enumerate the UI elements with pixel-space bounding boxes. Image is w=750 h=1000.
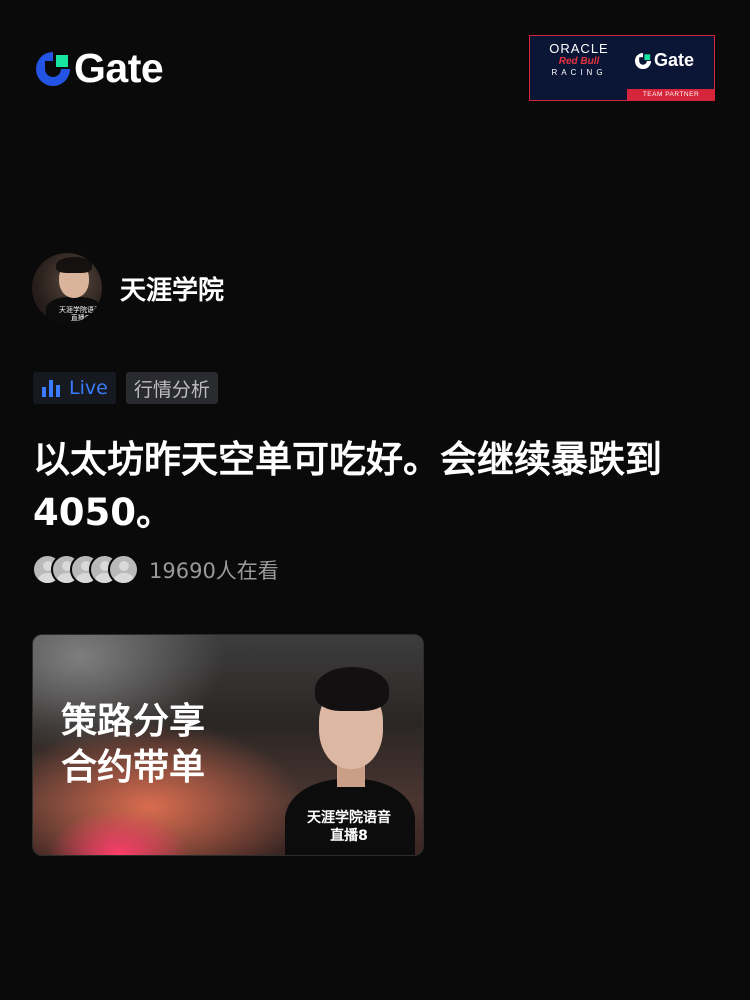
live-label: Live	[69, 377, 108, 399]
live-bars-icon	[42, 380, 60, 397]
viewer-avatars	[32, 554, 139, 585]
channel-header[interactable]: 天涯学院语音直播8 天涯学院	[32, 253, 224, 323]
channel-avatar[interactable]: 天涯学院语音直播8	[32, 253, 102, 323]
viewer-count: 19690人在看	[149, 558, 279, 583]
gate-logo-text: Gate	[74, 45, 164, 91]
gate-logo-icon	[36, 51, 70, 86]
avatar-caption: 天涯学院语音直播8	[59, 306, 101, 322]
host-hair	[315, 667, 389, 711]
gate-logo[interactable]: Gate	[34, 45, 164, 91]
team-partner-badge: ORACLE Red Bull RACING Gate TEAM PARTNER	[529, 35, 715, 101]
oracle-redbull-logo: ORACLE Red Bull RACING	[540, 42, 618, 78]
cover-caption-line1: 天涯学院语音	[307, 810, 391, 826]
partner-gate-text: Gate	[654, 50, 695, 70]
cover-headline: 策路分享 合约带单	[61, 699, 205, 791]
viewer-info: 19690人在看	[32, 554, 279, 585]
channel-name[interactable]: 天涯学院	[120, 270, 224, 307]
stream-title: 以太坊昨天空单可吃好。会继续暴跌到4050。	[33, 438, 662, 534]
partner-gate-logo: Gate	[634, 50, 694, 71]
oracle-text: ORACLE	[549, 41, 609, 56]
live-badge: Live	[33, 372, 116, 404]
cover-caption-line2: 直播8	[330, 828, 368, 844]
gate-logo-icon	[634, 52, 652, 69]
cover-headline-line1: 策路分享	[61, 701, 206, 742]
viewer-avatar-icon	[108, 554, 139, 585]
cover-caption: 天涯学院语音 直播8	[285, 809, 413, 845]
stream-tags: Live 行情分析	[33, 372, 218, 404]
cover-headline-line2: 合约带单	[61, 747, 206, 788]
avatar-hair	[56, 257, 92, 273]
racing-text: RACING	[551, 68, 607, 77]
stream-cover[interactable]: 策路分享 合约带单 天涯学院语音 直播8	[32, 634, 424, 856]
redbull-text: Red Bull	[558, 56, 600, 67]
team-partner-label: TEAM PARTNER	[627, 89, 715, 101]
category-tag[interactable]: 行情分析	[125, 372, 218, 404]
